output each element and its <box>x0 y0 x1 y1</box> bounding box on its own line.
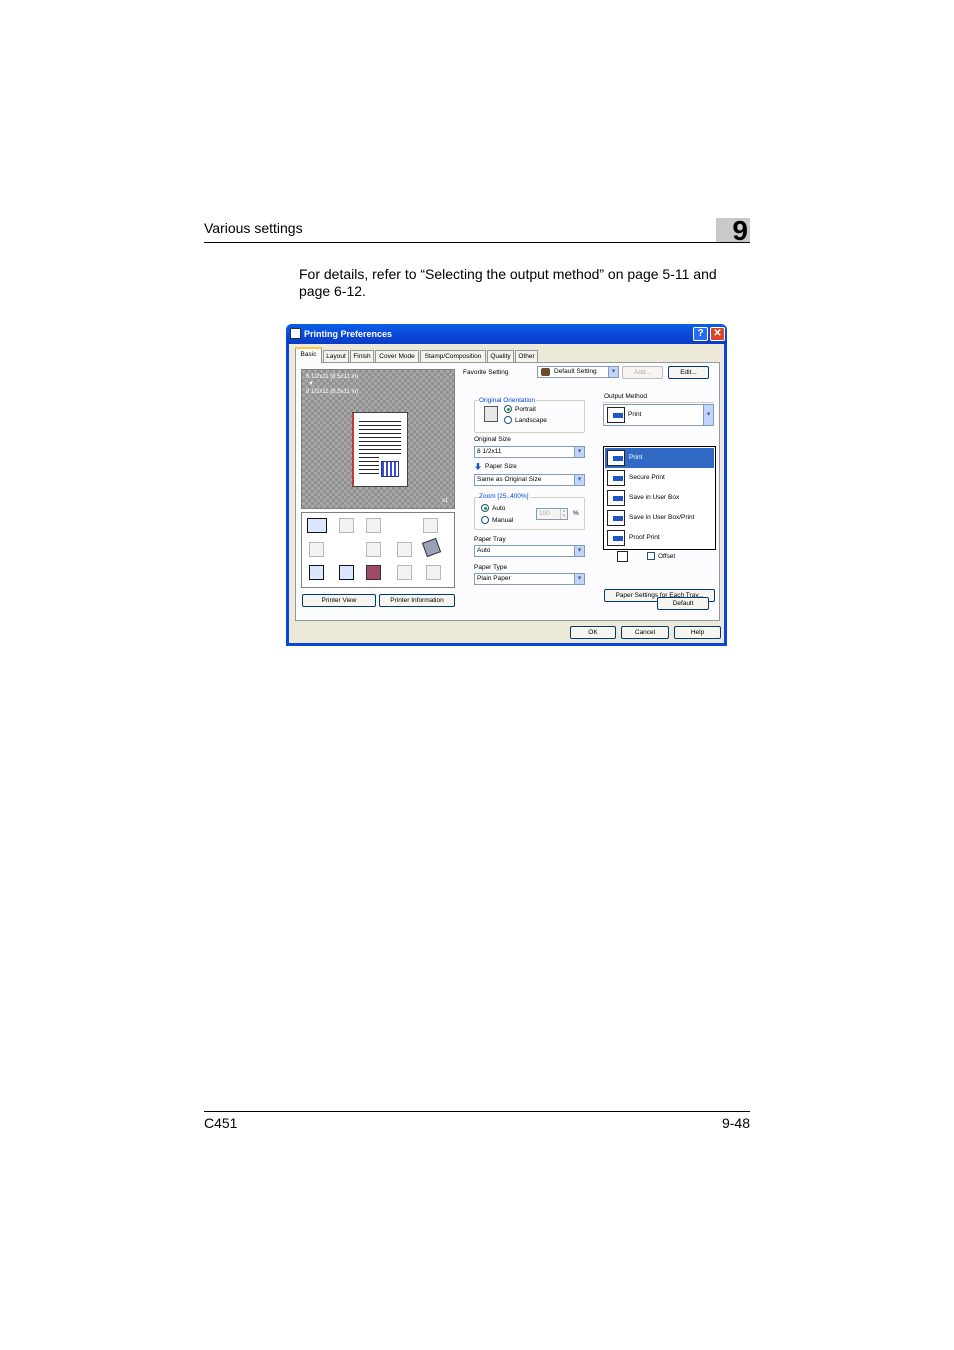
chevron-down-icon[interactable]: ▾ <box>574 574 584 584</box>
landscape-radio[interactable] <box>504 416 512 424</box>
zoom-label: Zoom [25..400%] <box>478 492 530 501</box>
paper-size-label: Paper Size <box>485 463 517 470</box>
user-box-icon <box>607 490 625 506</box>
tab-basic[interactable]: Basic <box>295 347 322 363</box>
footer-model: C451 <box>204 1115 238 1131</box>
paper-tray-label: Paper Tray <box>474 536 506 543</box>
paper-tray-select[interactable]: Auto ▾ <box>474 545 585 557</box>
booklet-icon[interactable] <box>397 542 412 557</box>
page-thumbnail <box>352 412 408 487</box>
chevron-down-icon[interactable]: ▾ <box>703 405 713 425</box>
output-option-save-in-user-box-print[interactable]: Save in User Box/Print <box>605 508 714 528</box>
user-box-icon[interactable] <box>309 565 324 580</box>
offset-label: Offset <box>658 553 676 560</box>
paper-size-value: Same as Original Size <box>477 476 542 483</box>
favorite-setting-value: Default Setting <box>554 368 597 375</box>
output-option-print[interactable]: Print <box>605 448 714 468</box>
preview-arrow-icon: ▼ <box>308 381 314 387</box>
zoom-group <box>474 497 585 530</box>
favorite-icon <box>541 368 550 376</box>
original-size-value: 8 1/2x11 <box>477 448 502 455</box>
offset-checkbox[interactable] <box>647 552 655 560</box>
favorite-setting-label: Favorite Setting <box>463 369 509 376</box>
footer-page-number: 9-48 <box>721 1115 750 1131</box>
offset-icon <box>617 551 628 562</box>
dialog-client-area: Basic Layout Finish Cover Mode Stamp/Com… <box>289 344 724 643</box>
printer-view-button[interactable]: Printer View <box>302 594 376 607</box>
portrait-radio[interactable] <box>504 405 512 413</box>
original-size-select[interactable]: 8 1/2x11 ▾ <box>474 446 585 458</box>
footer-rule <box>204 1111 750 1112</box>
cancel-button[interactable]: Cancel <box>621 626 669 639</box>
preview-copies: x1 <box>442 498 449 504</box>
output-option-proof-print[interactable]: Proof Print <box>605 528 714 548</box>
preview-paper-size: 8 1/2x11 (8.5x11 in) <box>306 389 359 395</box>
duplex-icon[interactable] <box>309 542 324 557</box>
portrait-label: Portrait <box>515 406 536 413</box>
print-icon[interactable] <box>307 518 327 533</box>
proof-icon[interactable] <box>397 565 412 580</box>
title-help-button[interactable]: ? <box>693 327 708 341</box>
chevron-down-icon[interactable]: ▾ <box>608 367 618 377</box>
chevron-down-icon[interactable]: ▾ <box>574 475 584 485</box>
zoom-unit: % <box>573 510 579 517</box>
edit-button[interactable]: Edit... <box>668 366 709 379</box>
blank-icon[interactable] <box>339 518 354 533</box>
cover-icon[interactable] <box>426 565 441 580</box>
chevron-down-icon[interactable]: ▾ <box>574 447 584 457</box>
zoom-value-field[interactable]: 100 ▴ ▾ <box>536 508 568 520</box>
function-icon-grid <box>301 512 455 588</box>
user-box-print-icon <box>607 510 625 526</box>
output-option-secure-print[interactable]: Secure Print <box>605 468 714 488</box>
output-method-value: Print <box>628 411 642 418</box>
collate-icon[interactable] <box>366 518 381 533</box>
paper-type-value: Plain Paper <box>477 575 511 582</box>
intro-paragraph: For details, refer to “Selecting the out… <box>299 266 717 299</box>
combine-icon[interactable] <box>366 542 381 557</box>
favorite-setting-select[interactable]: Default Setting ▾ <box>537 366 619 378</box>
paper-tray-value: Auto <box>477 547 491 554</box>
output-option-save-in-user-box[interactable]: Save in User Box <box>605 488 714 508</box>
original-orientation-label: Original Orientation <box>478 396 536 405</box>
section-title: Various settings <box>204 220 303 236</box>
paper-type-label: Paper Type <box>474 564 508 571</box>
help-button[interactable]: Help <box>674 626 721 639</box>
output-method-label: Output Method <box>604 393 647 400</box>
zoom-auto-radio[interactable] <box>481 504 489 512</box>
output-method-divider <box>603 402 714 403</box>
landscape-label: Landscape <box>515 417 547 424</box>
zoom-value: 100 <box>539 510 550 517</box>
print-output-icon <box>607 407 625 423</box>
dialog-title: Printing Preferences <box>304 329 393 339</box>
print-output-icon <box>607 450 625 466</box>
paper-type-select[interactable]: Plain Paper ▾ <box>474 573 585 585</box>
stamp-icon <box>381 461 399 477</box>
offset-icon[interactable] <box>423 518 438 533</box>
proof-print-icon <box>607 530 625 546</box>
add-button[interactable]: Add... <box>622 366 663 379</box>
output-method-dropdown-list: Print Secure Print Save in User Box Save… <box>603 446 716 550</box>
paper-size-select[interactable]: Same as Original Size ▾ <box>474 474 585 486</box>
print-preview: 8 1/2x11 (8.5x11 in) ▼ 8 1/2x11 (8.5x11 … <box>301 369 455 509</box>
ok-button[interactable]: OK <box>570 626 616 639</box>
authentication-icon[interactable] <box>366 565 381 580</box>
output-method-select[interactable]: Print ▾ <box>603 404 714 426</box>
printer-information-button[interactable]: Printer Information <box>379 594 455 607</box>
zoom-manual-radio[interactable] <box>481 516 489 524</box>
title-bar[interactable]: Printing Preferences ? ✕ <box>286 324 727 344</box>
orientation-preview-icon <box>484 406 498 422</box>
original-size-label: Original Size <box>474 436 511 443</box>
staple-icon[interactable] <box>421 537 442 558</box>
account-icon[interactable] <box>339 565 354 580</box>
header-rule <box>204 242 750 243</box>
stepper-icon[interactable]: ▴ ▾ <box>560 509 567 519</box>
zoom-manual-label: Manual <box>492 517 514 524</box>
zoom-auto-label: Auto <box>492 505 506 512</box>
printing-preferences-dialog: Printing Preferences ? ✕ Basic Layout Fi… <box>286 324 727 646</box>
chevron-down-icon[interactable]: ▾ <box>574 546 584 556</box>
title-close-button[interactable]: ✕ <box>710 327 725 341</box>
default-button[interactable]: Default <box>657 597 709 610</box>
printer-icon <box>290 328 301 339</box>
secure-print-icon <box>607 470 625 486</box>
